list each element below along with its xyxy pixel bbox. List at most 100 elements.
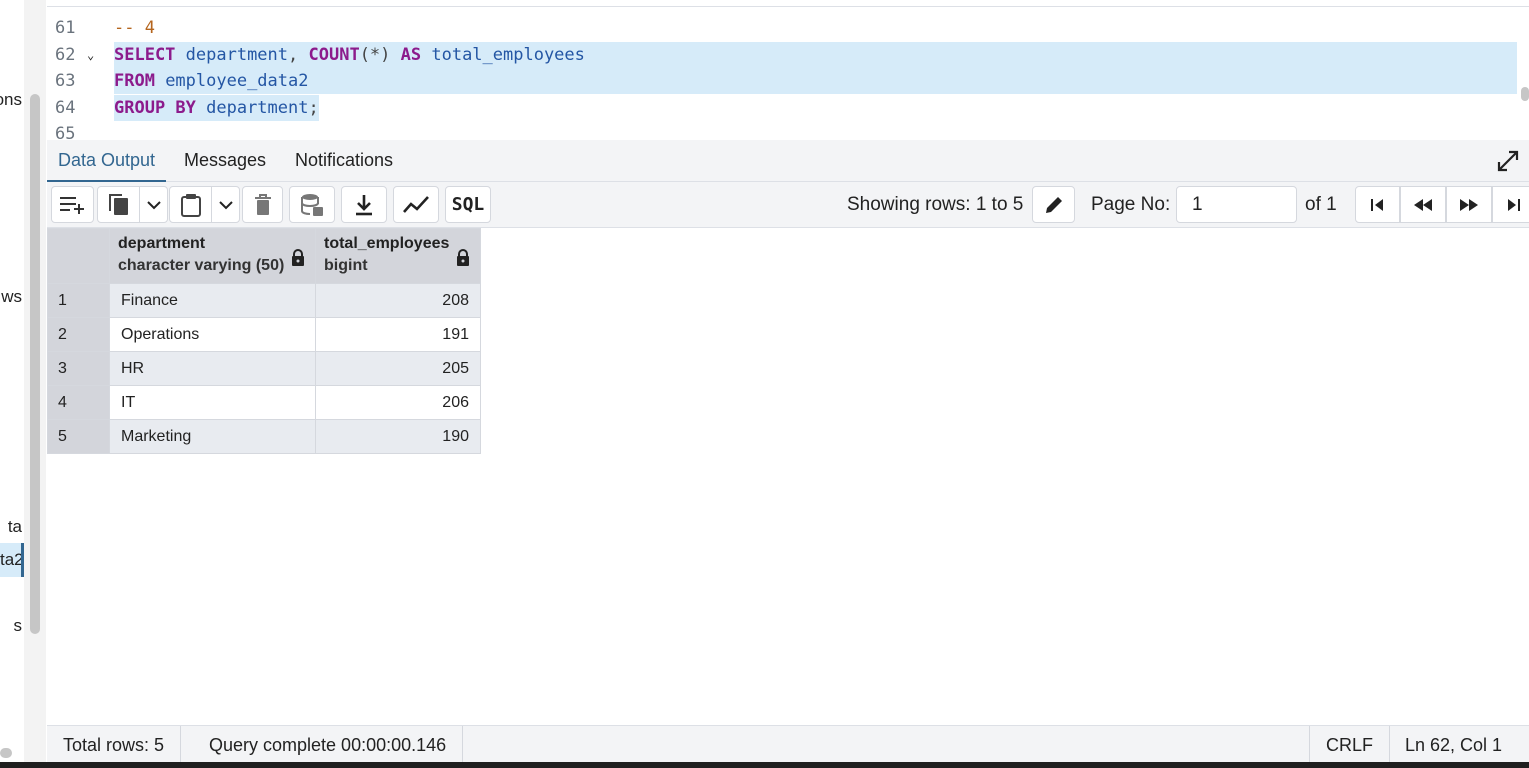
editor-scrollbar-thumb[interactable] <box>1521 87 1529 101</box>
pencil-icon <box>1044 195 1064 215</box>
table-row[interactable]: 4 IT 206 <box>47 385 481 420</box>
first-page-icon <box>1370 198 1386 212</box>
line-number: 61 <box>55 18 76 38</box>
code-line[interactable]: 65 <box>47 121 1517 140</box>
page-no-label: Page No: <box>1091 194 1171 215</box>
sql-keyword: FROM <box>114 71 155 91</box>
row-number[interactable]: 3 <box>47 351 110 386</box>
sql-punctuation: ; <box>308 97 319 118</box>
column-header-total-employees[interactable]: total_employees bigint <box>315 228 481 284</box>
cell-total-employees[interactable]: 205 <box>315 351 481 386</box>
tab-notifications[interactable]: Notifications <box>284 140 404 182</box>
sql-editor[interactable]: 61 -- 4 62 ⌄ SELECT department, COUNT(*) AS … <box>47 6 1529 140</box>
row-number[interactable]: 5 <box>47 419 110 454</box>
last-page-icon <box>1505 198 1521 212</box>
code-line[interactable]: 64 GROUP BY department; <box>47 94 1517 121</box>
table-row[interactable]: 1 Finance 208 <box>47 283 481 318</box>
code-text: FROM employee_data2 <box>114 68 1517 94</box>
cell-total-employees[interactable]: 190 <box>315 419 481 454</box>
cell-total-employees[interactable]: 208 <box>315 283 481 318</box>
sql-button[interactable]: SQL <box>445 186 491 223</box>
fold-chevron-icon[interactable]: ⌄ <box>87 42 99 68</box>
copy-options-dropdown[interactable] <box>139 186 168 223</box>
code-line[interactable]: 63 FROM employee_data2 <box>47 68 1517 94</box>
save-data-button[interactable] <box>289 186 335 223</box>
tree-item-fragment[interactable]: ws <box>1 287 22 307</box>
download-button[interactable] <box>341 186 387 223</box>
download-icon <box>354 194 374 216</box>
paste-button[interactable] <box>169 186 212 223</box>
cell-department[interactable]: Operations <box>109 317 316 352</box>
query-time-status: Query complete 00:00:00.146 <box>193 726 464 763</box>
sql-punctuation: (*) <box>359 44 401 65</box>
sql-identifier: total_employees <box>421 44 585 65</box>
chevron-down-icon <box>146 200 161 210</box>
table-row[interactable]: 5 Marketing 190 <box>47 419 481 454</box>
cell-total-employees[interactable]: 206 <box>315 385 481 420</box>
page-number-input[interactable]: 1 <box>1176 186 1297 223</box>
query-tool-window: ons ws ta ta2 s 61-- 462⌄SELECT departme… <box>0 0 1529 768</box>
table-row[interactable]: 3 HR 205 <box>47 351 481 386</box>
tree-item-fragment[interactable]: s <box>14 616 23 636</box>
line-number: 64 <box>55 97 76 118</box>
sql-punctuation: , <box>288 44 309 65</box>
delete-row-button[interactable] <box>242 186 283 223</box>
code-line[interactable]: 61 -- 4 <box>47 15 1517 41</box>
row-number[interactable]: 2 <box>47 317 110 352</box>
line-number: 63 <box>55 71 76 91</box>
tab-messages[interactable]: Messages <box>173 140 277 182</box>
code-text: SELECT department, COUNT(*) AS total_emp… <box>114 41 1517 68</box>
total-rows-status: Total rows: 5 <box>47 726 182 763</box>
tab-data-output[interactable]: Data Output <box>47 140 167 182</box>
chevron-down-icon <box>218 200 233 210</box>
column-type: character varying (50) <box>118 257 285 274</box>
row-number-header[interactable] <box>47 228 110 284</box>
trash-icon <box>254 193 272 216</box>
column-header-department[interactable]: department character varying (50) <box>109 228 316 284</box>
tree-item-fragment[interactable]: ons <box>0 90 22 110</box>
cursor-position-status: Ln 62, Col 1 <box>1405 735 1503 755</box>
add-row-button[interactable] <box>51 186 94 223</box>
column-type: bigint <box>324 257 368 274</box>
grid-header-row: department character varying (50) total_… <box>47 228 481 284</box>
cell-department[interactable]: Marketing <box>109 419 316 454</box>
lock-icon <box>291 249 305 271</box>
data-output-toolbar: SQL Showing rows: 1 to 5 Page No: 1 of 1 <box>47 182 1529 228</box>
copy-button[interactable] <box>97 186 140 223</box>
sql-identifier: employee_data2 <box>154 71 309 91</box>
results-grid: department character varying (50) total_… <box>47 228 481 454</box>
row-number[interactable]: 4 <box>47 385 110 420</box>
status-bar: Total rows: 5 Query complete 00:00:00.14… <box>47 725 1529 763</box>
sql-identifier: department <box>195 97 309 118</box>
results-tabs: Data Output Messages Notifications <box>47 140 1529 182</box>
row-number[interactable]: 1 <box>47 283 110 318</box>
next-page-button[interactable] <box>1446 186 1492 223</box>
cell-department[interactable]: HR <box>109 351 316 386</box>
rewind-icon <box>1412 198 1434 212</box>
code-text: -- 4 <box>114 15 1517 41</box>
paste-options-dropdown[interactable] <box>211 186 240 223</box>
cell-department[interactable]: Finance <box>109 283 316 318</box>
code-line[interactable]: 62 ⌄ SELECT department, COUNT(*) AS total_… <box>47 41 1517 68</box>
sql-comment: -- 4 <box>114 18 155 38</box>
copy-icon <box>108 193 130 217</box>
column-name: total_employees <box>324 235 450 252</box>
tree-hscrollbar-thumb[interactable] <box>0 748 12 758</box>
maximize-icon[interactable] <box>1497 150 1519 172</box>
line-ending-status[interactable]: CRLF <box>1309 726 1391 763</box>
first-page-button[interactable] <box>1355 186 1400 223</box>
clipboard-icon <box>180 193 202 217</box>
sql-keyword: COUNT <box>308 44 360 65</box>
graph-visualiser-button[interactable] <box>393 186 439 223</box>
previous-page-button[interactable] <box>1400 186 1446 223</box>
page-count-label: of 1 <box>1305 194 1337 215</box>
showing-rows-label: Showing rows: 1 to 5 <box>847 194 1024 215</box>
tree-scrollbar-thumb[interactable] <box>30 94 40 634</box>
cell-total-employees[interactable]: 191 <box>315 317 481 352</box>
add-row-icon <box>59 195 87 215</box>
last-page-button[interactable] <box>1492 186 1529 223</box>
table-row[interactable]: 2 Operations 191 <box>47 317 481 352</box>
edit-rows-button[interactable] <box>1032 186 1075 223</box>
tree-item-fragment[interactable]: ta <box>8 517 22 537</box>
cell-department[interactable]: IT <box>109 385 316 420</box>
